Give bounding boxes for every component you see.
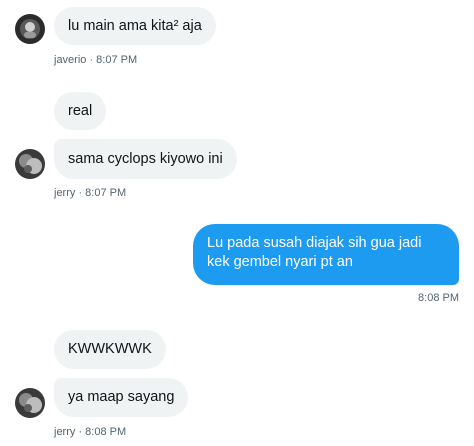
- profile-photo-icon: [15, 149, 45, 179]
- avatar-javerio[interactable]: [15, 14, 45, 44]
- avatar-jerry[interactable]: [15, 149, 45, 179]
- message-bubble[interactable]: ya maap sayang: [54, 378, 189, 417]
- message-bubble[interactable]: sama cyclops kiyowo ini: [54, 139, 237, 179]
- message-bubble[interactable]: real: [54, 92, 107, 130]
- avatar-jerry[interactable]: [15, 388, 45, 418]
- profile-photo-icon: [15, 14, 45, 44]
- message-meta: javerio · 8:07 PM: [54, 54, 138, 66]
- message-meta: jerry · 8:08 PM: [54, 426, 127, 438]
- sent-message-bubble[interactable]: Lu pada susah diajak sih gua jadi kek ge…: [193, 224, 459, 285]
- message-meta: jerry · 8:07 PM: [54, 187, 127, 199]
- profile-photo-icon: [15, 388, 45, 418]
- message-bubble[interactable]: lu main ama kita² aja: [54, 7, 216, 45]
- message-bubble[interactable]: KWWKWWK: [54, 330, 166, 369]
- message-timestamp: 8:08 PM: [418, 292, 459, 304]
